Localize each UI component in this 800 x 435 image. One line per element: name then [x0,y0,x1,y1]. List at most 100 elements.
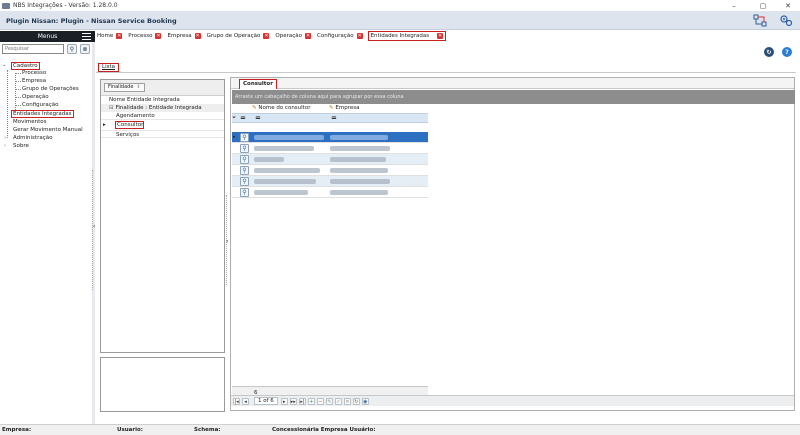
maximize-button[interactable]: ▢ [751,0,775,11]
subgroup-row[interactable]: ⊟ Finalidade : Entidade Integrada [101,104,224,112]
table-row[interactable]: ⚲ [232,176,428,187]
filter-grid-icon[interactable]: ◉ [361,397,369,405]
tree-connector [15,105,21,106]
tree-item-grupo-operacoes[interactable]: Grupo de Operações [22,85,79,93]
finalidade-group-chip[interactable]: Finalidade ⇕ [104,83,145,92]
consultor-name-redacted [254,190,308,195]
clear-search-icon[interactable]: ⊗ [80,44,90,54]
view-detail-icon[interactable]: ⚲ [240,166,249,175]
cancel-record-icon[interactable]: ✕ [343,397,351,405]
group-by-hint: Arraste um cabeçalho de coluna aqui para… [232,90,795,104]
status-bar: Empresa: Usuario: Schema: Concessionária… [0,424,800,435]
filter-operator[interactable]: = [331,114,337,122]
expand-arrow-icon[interactable]: › [4,134,6,142]
finalidade-grid: Finalidade ⇕ Nome Entidade Integrada ⊟ Fin… [100,79,225,353]
filter-operator[interactable]: = [255,114,261,122]
close-tab-icon[interactable]: ✕ [263,33,270,39]
process-flow-icon[interactable] [753,14,767,27]
help-icon[interactable]: ? [782,47,792,57]
filter-row[interactable]: ⏷ = = = [232,113,428,123]
tab-operacao[interactable]: Operação ✕ [274,31,312,41]
tree-item-empresa[interactable]: Empresa [22,77,46,85]
edit-icon: ✎ [252,105,257,111]
table-row[interactable]: ⚲ [232,187,428,198]
tab-entidades-integradas[interactable]: Entidades Integradas ✕ [367,31,447,41]
tab-lista-label: Lista [102,64,115,70]
save-record-icon[interactable]: ✓ [334,397,342,405]
search-icon[interactable]: ⚲ [67,44,77,54]
tree-item-gerar-movimento[interactable]: Gerar Movimento Manual [13,126,83,134]
tree-item-operacao[interactable]: Operação [22,93,49,101]
refresh-icon[interactable]: ↻ [764,47,774,57]
list-item-selected[interactable]: Consultor [115,121,144,129]
tab-consultor[interactable]: Consultor [239,79,277,89]
expand-arrow-icon[interactable]: › [4,142,6,150]
edit-record-icon[interactable]: ✎ [325,397,333,405]
hamburger-icon[interactable] [82,33,91,40]
collapse-panel-icon[interactable]: ‹ [226,238,228,245]
tab-label: Entidades Integradas [370,33,430,39]
close-tab-icon[interactable]: ✕ [155,33,162,39]
tree-item-entidades-integradas[interactable]: Entidades Integradas [11,110,74,118]
settings-gears-icon[interactable] [779,14,793,27]
list-item[interactable]: Agendamento [101,112,224,120]
menu-header: Menus [0,31,95,42]
close-window-button[interactable]: ✕ [776,0,800,11]
plugin-header: Plugin Nissan: Plugin - Nissan Service B… [0,11,800,30]
consultor-panel: Consultor Arraste um cabeçalho de coluna… [230,77,795,411]
prev-page-button[interactable]: ◂ [242,397,249,405]
row-indicator-icon: ▸ [233,134,236,140]
close-tab-icon[interactable]: ✕ [194,33,201,39]
list-item[interactable]: Serviços [101,130,224,138]
filter-icon: ⏷ [232,115,237,121]
tab-label: Operação [275,33,303,39]
tab-label: Empresa [167,33,192,39]
tab-empresa[interactable]: Empresa ✕ [166,31,201,41]
collapse-arrow-icon[interactable]: ⌄ [2,61,7,69]
close-tab-icon[interactable]: ✕ [437,33,444,39]
refresh-grid-icon[interactable]: ↻ [352,397,360,405]
tree-item-sobre[interactable]: Sobre [13,142,29,150]
menu-search-input[interactable]: Pesquisar [2,44,64,54]
delete-record-icon[interactable]: − [316,397,324,405]
view-detail-icon[interactable]: ⚲ [240,188,249,197]
tab-configuracao[interactable]: Configuração ✕ [316,31,364,41]
filter-operator[interactable]: = [240,114,246,122]
tab-label: Configuração [317,33,354,39]
last-page-button[interactable]: ▸| [298,397,306,405]
table-row[interactable]: ▸ ⚲ [232,132,428,143]
consultor-name-redacted [254,146,314,151]
tree-item-administracao[interactable]: Administração [13,134,52,142]
view-detail-icon[interactable]: ⚲ [240,155,249,164]
tab-grupo-operacao[interactable]: Grupo de Operação ✕ [206,31,271,41]
tab-lista[interactable]: Lista [98,63,119,72]
close-tab-icon[interactable]: ✕ [116,33,123,39]
column-header-nome[interactable]: ✎ Nome do consultor [252,104,310,113]
close-tab-icon[interactable]: ✕ [305,33,312,39]
empresa-redacted [330,190,388,195]
view-detail-icon[interactable]: ⚲ [240,177,249,186]
next-group-button[interactable]: ▸▸ [289,397,297,405]
table-row[interactable]: ⚲ [232,143,428,154]
minimize-button[interactable]: – [722,0,746,11]
tree-item-configuracao[interactable]: Configuração [22,101,59,109]
view-detail-icon[interactable]: ⚲ [240,133,249,142]
tree-connector [7,70,8,138]
tab-home[interactable]: Home ✕ [96,31,123,41]
tab-processo[interactable]: Processo ✕ [127,31,162,41]
splitter-grip[interactable] [92,170,95,290]
tree-item-movimentos[interactable]: Movimentos [13,118,47,126]
close-tab-icon[interactable]: ✕ [356,33,363,39]
chip-label: Finalidade [108,84,134,90]
collapse-icon[interactable]: ⊟ [109,105,114,111]
add-record-icon[interactable]: + [307,397,315,405]
next-page-button[interactable]: ▸ [280,397,288,405]
tree-item-processo[interactable]: Processo [22,69,46,77]
first-page-button[interactable]: |◂ [233,397,240,405]
view-detail-icon[interactable]: ⚲ [240,144,249,153]
table-row[interactable]: ⚲ [232,154,428,165]
collapse-menu-icon[interactable]: ‹ [93,223,95,230]
column-header-empresa[interactable]: ✎ Empresa [329,104,359,113]
table-row[interactable]: ⚲ [232,165,428,176]
group-header[interactable]: Nome Entidade Integrada [101,96,224,104]
